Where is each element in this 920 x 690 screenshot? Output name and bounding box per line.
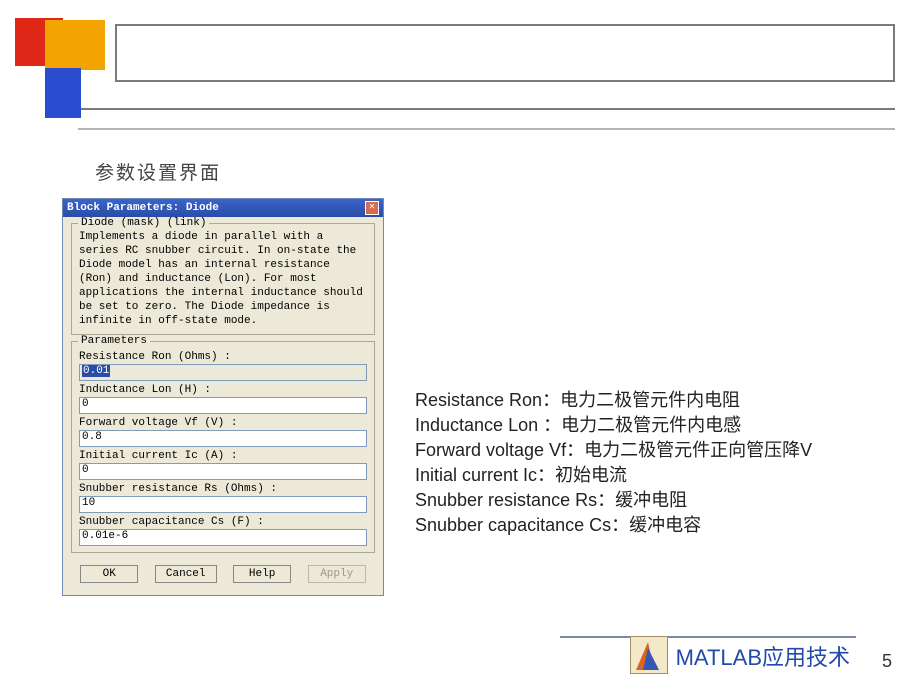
mask-legend: Diode (mask) (link) — [78, 217, 209, 229]
slide-footer: MATLAB应用技术 — [630, 636, 850, 674]
param-label: Resistance Ron (Ohms) : — [79, 351, 367, 363]
page-number: 5 — [882, 651, 892, 672]
param-row: Snubber capacitance Cs (F) : 0.01e-6 — [79, 516, 367, 546]
dialog-parameters-group: Parameters Resistance Ron (Ohms) : 0.01 … — [71, 341, 375, 553]
ok-button[interactable]: OK — [80, 565, 138, 583]
param-input-ic[interactable]: 0 — [79, 463, 367, 480]
dialog-button-row: OK Cancel Help Apply — [71, 559, 375, 591]
param-label: Snubber resistance Rs (Ohms) : — [79, 483, 367, 495]
help-button[interactable]: Help — [233, 565, 291, 583]
param-row: Initial current Ic (A) : 0 — [79, 450, 367, 480]
param-label: Initial current Ic (A) : — [79, 450, 367, 462]
slide-title-bar — [115, 24, 895, 82]
param-label: Snubber capacitance Cs (F) : — [79, 516, 367, 528]
slide-subtitle: 参数设置界面 — [95, 158, 221, 185]
param-input-lon[interactable]: 0 — [79, 397, 367, 414]
param-row: Forward voltage Vf (V) : 0.8 — [79, 417, 367, 447]
param-label: Inductance Lon (H) : — [79, 384, 367, 396]
dialog-titlebar[interactable]: Block Parameters: Diode ✕ — [63, 199, 383, 217]
explain-line: Snubber resistance Rs：缓冲电阻 — [415, 488, 812, 513]
block-parameters-dialog: Block Parameters: Diode ✕ Diode (mask) (… — [62, 198, 384, 596]
slide-header — [15, 8, 895, 138]
explain-line: Inductance Lon ：电力二极管元件内电感 — [415, 413, 812, 438]
cancel-button[interactable]: Cancel — [155, 565, 217, 583]
parameters-legend: Parameters — [78, 335, 150, 347]
param-label: Forward voltage Vf (V) : — [79, 417, 367, 429]
param-row: Inductance Lon (H) : 0 — [79, 384, 367, 414]
header-ornament — [15, 8, 105, 98]
explain-line: Forward voltage Vf：电力二极管元件正向管压降V — [415, 438, 812, 463]
parameter-explanations: Resistance Ron：电力二极管元件内电阻 Inductance Lon… — [415, 388, 812, 538]
close-icon[interactable]: ✕ — [365, 201, 379, 215]
explain-line: Snubber capacitance Cs：缓冲电容 — [415, 513, 812, 538]
explain-line: Resistance Ron：电力二极管元件内电阻 — [415, 388, 812, 413]
explain-line: Initial current Ic：初始电流 — [415, 463, 812, 488]
dialog-description: Implements a diode in parallel with a se… — [79, 230, 367, 328]
dialog-title-text: Block Parameters: Diode — [67, 202, 219, 214]
dialog-mask-group: Diode (mask) (link) Implements a diode i… — [71, 223, 375, 335]
param-row: Resistance Ron (Ohms) : 0.01 — [79, 351, 367, 381]
param-row: Snubber resistance Rs (Ohms) : 10 — [79, 483, 367, 513]
param-input-ron[interactable]: 0.01 — [79, 364, 367, 381]
matlab-logo-icon — [630, 636, 668, 674]
apply-button: Apply — [308, 565, 366, 583]
param-input-vf[interactable]: 0.8 — [79, 430, 367, 447]
param-input-cs[interactable]: 0.01e-6 — [79, 529, 367, 546]
param-input-rs[interactable]: 10 — [79, 496, 367, 513]
footer-text: MATLAB应用技术 — [676, 640, 850, 674]
